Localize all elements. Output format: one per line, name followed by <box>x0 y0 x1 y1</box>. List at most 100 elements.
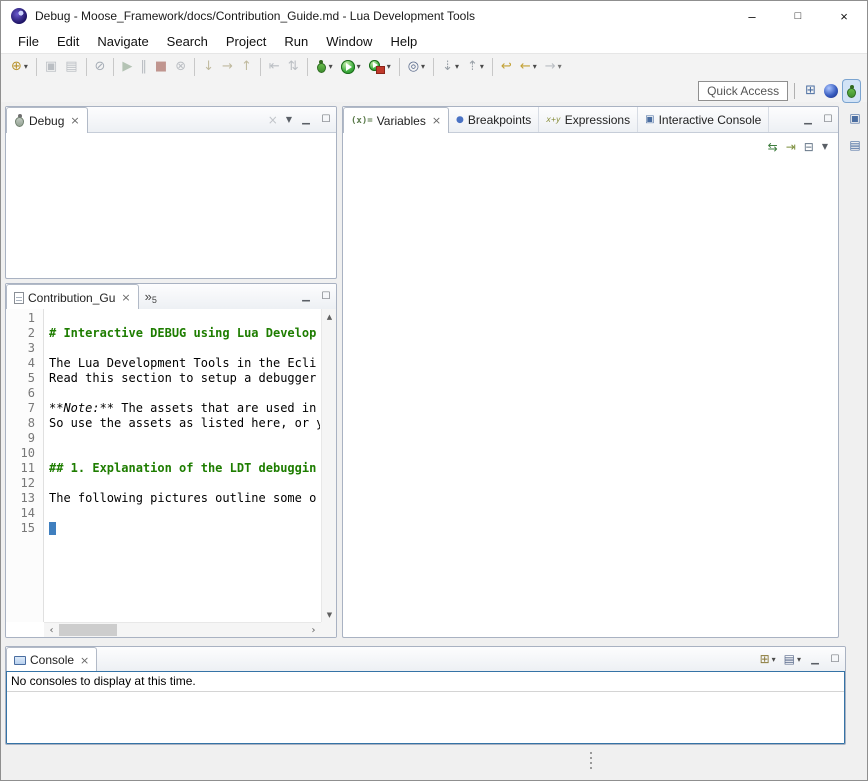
code-line[interactable] <box>49 476 320 491</box>
code-line[interactable]: Read this section to setup a debugger <box>49 371 320 386</box>
line-number: 3 <box>6 341 43 356</box>
menu-help[interactable]: Help <box>381 31 426 53</box>
window-maximize-button[interactable]: □ <box>775 1 821 31</box>
scrollbar-thumb[interactable] <box>59 624 117 636</box>
code-line[interactable]: **Note:** The assets that are used in <box>49 401 320 416</box>
maximize-button[interactable]: ☐ <box>818 107 838 132</box>
quick-access-input[interactable]: Quick Access <box>698 81 788 101</box>
menu-file[interactable]: File <box>9 31 48 53</box>
minimized-view-2-button[interactable]: ▤ <box>846 134 863 156</box>
code-line[interactable]: The Lua Development Tools in the Ecli <box>49 356 320 371</box>
tab-contribution-guide[interactable]: Contribution_Gu × <box>6 284 139 310</box>
code-line[interactable]: # Interactive DEBUG using Lua Develop <box>49 326 320 341</box>
code-line[interactable] <box>49 341 320 356</box>
window-close-button[interactable]: × <box>821 1 867 31</box>
menu-edit[interactable]: Edit <box>48 31 88 53</box>
next-annotation-button[interactable]: ⇣▾ <box>439 56 462 78</box>
console-tabbar: Console × ⊞▾▤▾ ▁ ☐ <box>6 647 845 672</box>
code-line[interactable]: ## 1. Explanation of the LDT debuggin <box>49 461 320 476</box>
tab-variables[interactable]: (x)=Variables× <box>343 107 449 133</box>
back-button[interactable]: ←▾ <box>517 56 540 78</box>
previous-annotation-button[interactable]: ⇡▾ <box>464 56 487 78</box>
variables-panel: (x)=Variables×●Breakpointsx+yExpressions… <box>342 106 839 638</box>
debug-view-tabbar: Debug × × ▼ ▁ ☐ <box>6 107 336 133</box>
console-content[interactable]: No consoles to display at this time. <box>6 671 845 744</box>
menu-window[interactable]: Window <box>317 31 381 53</box>
view-menu-button[interactable]: ▼ <box>283 109 295 131</box>
search-button[interactable]: ◎▾ <box>405 56 428 78</box>
menu-project[interactable]: Project <box>217 31 275 53</box>
header-spacer <box>88 107 264 132</box>
code-line[interactable] <box>49 446 320 461</box>
minimize-button[interactable]: ▁ <box>798 107 818 132</box>
app-icon <box>11 8 27 24</box>
tab-expressions[interactable]: x+yExpressions <box>539 107 638 132</box>
suspend-icon: ‖ <box>140 56 147 78</box>
code-line[interactable] <box>49 311 320 326</box>
close-icon[interactable]: × <box>70 114 79 127</box>
tab-console[interactable]: Console × <box>6 647 97 672</box>
window-controls: – □ × <box>729 1 867 31</box>
resume-button: ▶ <box>119 56 135 78</box>
open-console-icon: ⊞ <box>760 648 770 670</box>
lua-perspective-button[interactable] <box>821 80 841 102</box>
view-menu-icon: ▼ <box>286 109 292 131</box>
header-spacer <box>769 107 798 132</box>
minimize-button[interactable]: ▁ <box>296 107 316 132</box>
fastview-bar: ▣▤ <box>844 107 866 156</box>
step-into-button: ↓ <box>200 56 217 78</box>
menu-run[interactable]: Run <box>275 31 317 53</box>
scroll-down-icon[interactable]: ▼ <box>322 607 337 622</box>
window-minimize-button[interactable]: – <box>729 1 775 31</box>
maximize-button[interactable]: ☐ <box>825 647 845 671</box>
code-line[interactable] <box>49 386 320 401</box>
code-line[interactable] <box>49 431 320 446</box>
scroll-right-icon[interactable]: › <box>306 623 321 638</box>
print-button: ▤ <box>62 56 80 78</box>
editor-horizontal-scrollbar[interactable]: ‹ › <box>44 622 321 637</box>
dropdown-arrow-icon: ▾ <box>558 62 562 71</box>
minimize-button[interactable]: ▁ <box>296 284 316 309</box>
tab-breakpoints[interactable]: ●Breakpoints <box>449 107 539 132</box>
tab-debug[interactable]: Debug × <box>6 107 88 133</box>
last-edit-location-button[interactable]: ↩ <box>498 56 515 78</box>
open-console-button[interactable]: ⊞▾ <box>757 648 779 670</box>
editor-content[interactable]: 123456789101112131415 # Interactive DEBU… <box>6 309 336 637</box>
code-line[interactable] <box>49 521 320 536</box>
code-line[interactable]: So use the assets as listed here, or y <box>49 416 320 431</box>
perspective-bar: ⊞ <box>801 80 861 102</box>
show-type-names-button[interactable]: ⇥ <box>783 136 799 158</box>
maximize-button[interactable]: ☐ <box>316 284 336 309</box>
editor-vertical-scrollbar[interactable]: ▲ ▼ <box>321 309 336 622</box>
maximize-button[interactable]: ☐ <box>316 107 336 132</box>
collapse-all-button[interactable]: ⊟ <box>801 136 817 158</box>
code-line[interactable]: The following pictures outline some o <box>49 491 320 506</box>
external-tools-button[interactable]: ▾ <box>366 56 394 78</box>
editor-text[interactable]: # Interactive DEBUG using Lua Develop The… <box>49 311 320 621</box>
new-wizard-button[interactable]: ⊕▾ <box>8 56 31 78</box>
menu-navigate[interactable]: Navigate <box>88 31 157 53</box>
tab-interactive-console[interactable]: ▣Interactive Console <box>638 107 769 132</box>
debug-button[interactable]: ▾ <box>313 56 336 78</box>
run-button[interactable]: ▾ <box>338 56 364 78</box>
tab-label: Console <box>30 653 74 667</box>
disconnect-button: ⊗ <box>172 56 189 78</box>
scroll-left-icon[interactable]: ‹ <box>44 623 59 638</box>
display-selected-console-button[interactable]: ▤▾ <box>781 648 804 670</box>
minimized-view-1-button[interactable]: ▣ <box>846 107 863 129</box>
code-line[interactable] <box>49 506 320 521</box>
close-icon[interactable]: × <box>121 291 130 304</box>
scroll-up-icon[interactable]: ▲ <box>322 309 337 324</box>
close-icon[interactable]: × <box>432 114 441 127</box>
open-perspective-button[interactable]: ⊞ <box>802 80 819 102</box>
menu-search[interactable]: Search <box>158 31 217 53</box>
minimize-button[interactable]: ▁ <box>805 647 825 671</box>
close-icon[interactable]: × <box>80 654 89 667</box>
dropdown-arrow-icon: ▾ <box>797 655 801 664</box>
sash-grip[interactable] <box>590 752 592 754</box>
show-logical-structure-button[interactable]: ⇆ <box>765 136 781 158</box>
code-segment: The following pictures outline some o <box>49 491 316 505</box>
debug-perspective-button[interactable] <box>843 80 860 102</box>
editor-tab-overflow[interactable]: »5 <box>139 284 163 309</box>
view-menu-button[interactable]: ▼ <box>819 136 831 158</box>
